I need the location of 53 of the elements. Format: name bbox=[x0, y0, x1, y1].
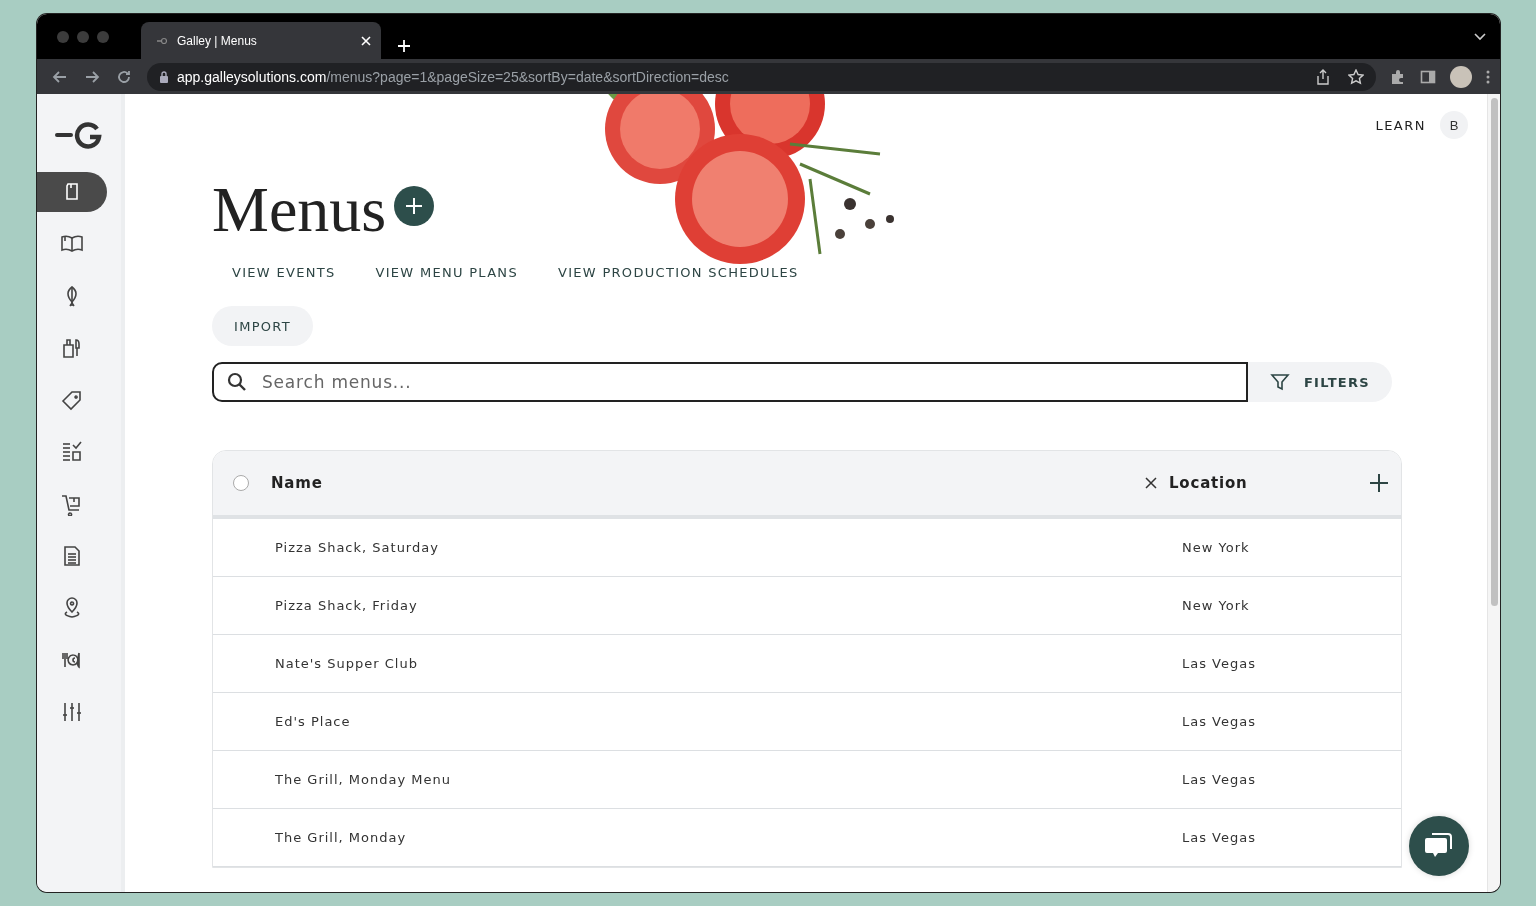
table-cell-text: New York bbox=[1182, 598, 1251, 613]
add-column-button[interactable] bbox=[1369, 473, 1389, 493]
add-menu-button[interactable] bbox=[394, 186, 435, 226]
new-tab-icon[interactable] bbox=[397, 39, 411, 53]
plus-icon bbox=[405, 197, 424, 215]
import-button[interactable]: IMPORT bbox=[212, 306, 313, 346]
table-cell-text: New York bbox=[1182, 540, 1251, 555]
table-cell-text: The Grill, Monday bbox=[275, 830, 408, 845]
star-icon[interactable] bbox=[1348, 68, 1364, 85]
url-host: app.galleysolutions.com bbox=[177, 68, 327, 85]
table-cell-text: Pizza Shack, Saturday bbox=[275, 540, 440, 555]
sidebar-item[interactable] bbox=[37, 172, 107, 212]
tab-title: Galley | Menus bbox=[177, 33, 258, 48]
sliders-icon bbox=[60, 700, 84, 724]
browser-tab[interactable]: Galley | Menus bbox=[141, 22, 381, 59]
learn-link[interactable]: LEARN bbox=[1375, 117, 1426, 133]
table-cell-text: Ed's Place bbox=[275, 714, 352, 729]
checklist-icon bbox=[60, 440, 84, 464]
table-cell-text: Pizza Shack, Friday bbox=[275, 598, 419, 613]
select-all-radio[interactable] bbox=[233, 475, 249, 491]
table-cell-text: Las Vegas bbox=[1182, 714, 1257, 729]
close-icon[interactable] bbox=[1145, 477, 1157, 489]
nav-link[interactable]: VIEW MENU PLANS bbox=[375, 265, 518, 280]
side-panel-icon[interactable] bbox=[1420, 68, 1436, 85]
plus-icon bbox=[1369, 473, 1389, 493]
logo-icon[interactable] bbox=[55, 120, 103, 150]
user-avatar[interactable]: B bbox=[1440, 111, 1468, 139]
tag-icon bbox=[60, 388, 84, 412]
table-cell-text: The Grill, Monday Menu bbox=[275, 772, 452, 787]
chevron-down-icon[interactable] bbox=[1474, 32, 1486, 41]
filter-icon bbox=[1269, 372, 1290, 392]
table-cell-text: Las Vegas bbox=[1182, 830, 1257, 845]
scrollbar-thumb[interactable] bbox=[1491, 98, 1498, 606]
table-cell-text: Las Vegas bbox=[1182, 656, 1257, 671]
profile-avatar[interactable] bbox=[1450, 65, 1472, 88]
puzzle-icon[interactable] bbox=[1390, 68, 1406, 85]
nav-link[interactable]: VIEW PRODUCTION SCHEDULES bbox=[557, 265, 799, 280]
url-path: /menus?page=1&pageSize=25&sortBy=date&sortDirection=desc bbox=[326, 68, 729, 85]
table-cell-text: Las Vegas bbox=[1182, 772, 1257, 787]
share-icon[interactable] bbox=[1316, 68, 1330, 85]
search-icon bbox=[227, 372, 247, 392]
filters-button[interactable]: FILTERS bbox=[1247, 362, 1392, 402]
column-header[interactable]: Location bbox=[1169, 474, 1369, 492]
chat-button[interactable] bbox=[1409, 816, 1469, 876]
favicon-icon bbox=[157, 36, 167, 45]
search-field[interactable]: Search menus... bbox=[212, 362, 1248, 402]
more-icon[interactable] bbox=[1486, 68, 1490, 85]
page-title: Menus bbox=[212, 173, 387, 247]
lock-icon bbox=[159, 70, 169, 83]
column-header[interactable]: Name bbox=[271, 474, 1145, 492]
nav-link[interactable]: VIEW EVENTS bbox=[232, 265, 336, 280]
table-cell-text: Nate's Supper Club bbox=[275, 656, 419, 671]
address-bar[interactable]: app.galleysolutions.com/menus?page=1&pageSize=25&sortBy=date&sortDirection=desc bbox=[147, 62, 1376, 91]
